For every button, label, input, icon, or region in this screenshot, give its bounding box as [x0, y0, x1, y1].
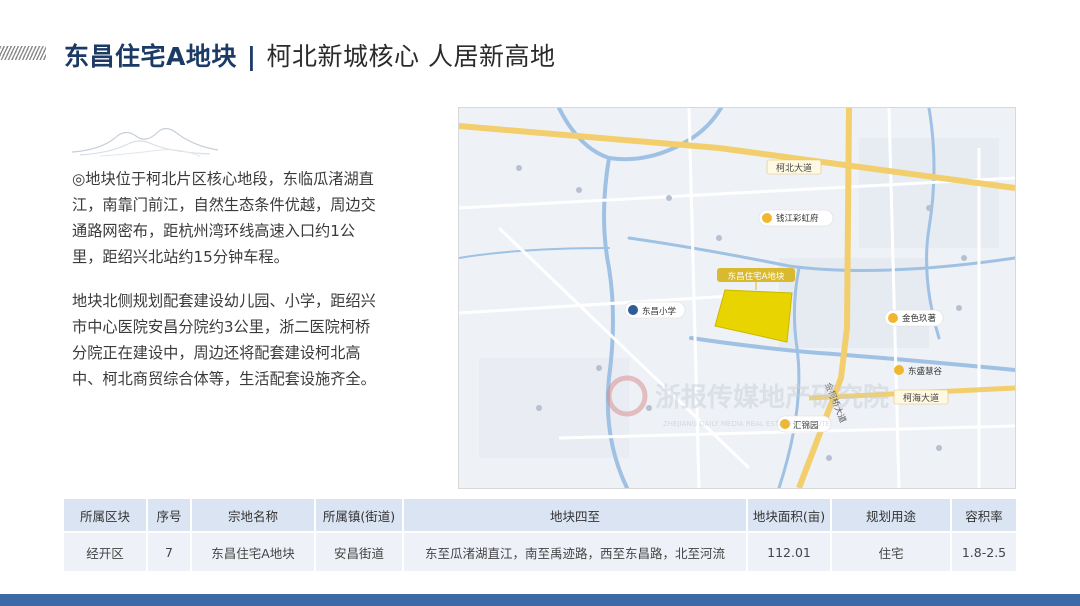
col-far: 容积率 — [952, 499, 1016, 531]
cell-usage: 住宅 — [832, 533, 950, 571]
label-site: 东昌住宅A地块 — [728, 271, 785, 282]
col-town: 所属镇(街道) — [316, 499, 402, 531]
cell-district: 经开区 — [64, 533, 146, 571]
cell-far: 1.8-2.5 — [952, 533, 1016, 571]
label-dongsheng: 东盛慧谷 — [908, 366, 943, 377]
mountain-decoration — [71, 127, 219, 157]
description: ◎地块位于柯北片区核心地段，东临瓜渚湖直江，南靠门前江，自然生态条件优越，周边交… — [72, 166, 382, 410]
title-separator: | — [246, 42, 257, 71]
poi-school: 东昌小学 — [624, 301, 686, 319]
page-title: 东昌住宅A地块 | 柯北新城核心 人居新高地 — [64, 37, 555, 73]
col-boundaries: 地块四至 — [404, 499, 746, 531]
cell-boundaries: 东至瓜渚湖直江，南至禹迹路，西至东昌路，北至河流 — [404, 533, 746, 571]
col-area: 地块面积(亩) — [748, 499, 830, 531]
location-map: 柯北大道 柯海大道 金柯桥大道 东昌住宅A地块 钱江彩虹府 东昌小学 金色玖著 — [458, 107, 1016, 489]
map-canvas: 柯北大道 柯海大道 金柯桥大道 东昌住宅A地块 钱江彩虹府 东昌小学 金色玖著 — [459, 108, 1015, 488]
decorative-stripes — [0, 46, 46, 60]
table-header-row: 所属区块 序号 宗地名称 所属镇(街道) 地块四至 地块面积(亩) 规划用途 容… — [64, 499, 1016, 531]
col-parcel-name: 宗地名称 — [192, 499, 314, 531]
label-qianjiang: 钱江彩虹府 — [776, 213, 819, 224]
parcel-table: 所属区块 序号 宗地名称 所属镇(街道) 地块四至 地块面积(亩) 规划用途 容… — [62, 497, 1018, 573]
paragraph-location: ◎地块位于柯北片区核心地段，东临瓜渚湖直江，南靠门前江，自然生态条件优越，周边交… — [72, 170, 376, 266]
col-district: 所属区块 — [64, 499, 146, 531]
title-main: 东昌住宅A地块 — [64, 42, 237, 71]
label-kehai-road: 柯海大道 — [903, 392, 939, 404]
label-school: 东昌小学 — [642, 306, 677, 317]
watermark-english: ZHEJIANG DAILY MEDIA REAL ESTATE INSTITU… — [663, 420, 830, 428]
cell-area: 112.01 — [748, 533, 830, 571]
col-usage: 规划用途 — [832, 499, 950, 531]
label-kebei-road: 柯北大道 — [776, 162, 812, 174]
col-index: 序号 — [148, 499, 190, 531]
paragraph-facilities: 地块北侧规划配套建设幼儿园、小学，距绍兴市中心医院安昌分院约3公里，浙二医院柯桥… — [72, 292, 376, 388]
cell-town: 安昌街道 — [316, 533, 402, 571]
cell-index: 7 — [148, 533, 190, 571]
label-jinyu: 金色玖著 — [902, 313, 937, 324]
footer-accent-bar — [0, 594, 1080, 606]
poi-jinyu: 金色玖著 — [884, 309, 944, 327]
table-row: 经开区 7 东昌住宅A地块 安昌街道 东至瓜渚湖直江，南至禹迹路，西至东昌路，北… — [64, 533, 1016, 571]
watermark-text: 浙报传媒地产研究院 — [655, 382, 889, 413]
cell-parcel-name: 东昌住宅A地块 — [192, 533, 314, 571]
poi-qianjiang: 钱江彩虹府 — [758, 209, 834, 227]
title-subtitle: 柯北新城核心 人居新高地 — [266, 42, 556, 71]
